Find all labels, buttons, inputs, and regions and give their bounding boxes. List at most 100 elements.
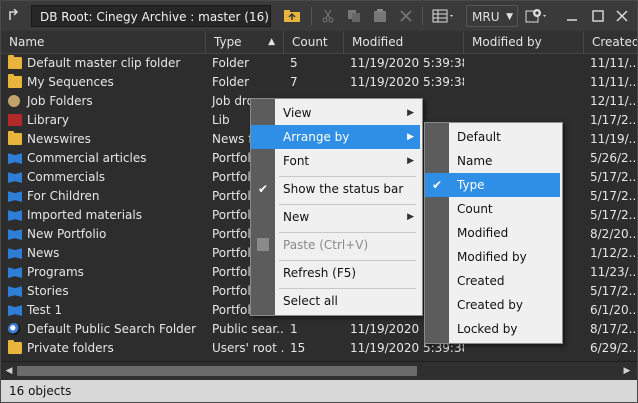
delete-icon[interactable]	[395, 4, 417, 28]
cell-name: News	[27, 246, 60, 260]
scroll-right-icon[interactable]: ▶	[621, 365, 633, 377]
scroll-left-icon[interactable]: ◀	[3, 365, 15, 377]
menu-item-label: Modified	[457, 226, 509, 240]
menu-item-label: View	[283, 106, 312, 120]
cell-name: Stories	[27, 284, 69, 298]
cell-modified-by	[464, 54, 584, 73]
menu-item-label: Default	[457, 130, 501, 144]
arrange-item-default[interactable]: Default	[425, 125, 560, 149]
menu-item-arrange-by[interactable]: Arrange by ▶	[251, 125, 420, 149]
mru-dropdown[interactable]: MRU ▼	[466, 5, 518, 27]
menu-item-show-status-bar[interactable]: ✔ Show the status bar	[251, 177, 420, 201]
menu-item-label: New	[283, 210, 310, 224]
cell-type: Users' root ...	[212, 341, 284, 355]
cell-type: Public sear...	[212, 322, 284, 336]
menu-item-label: Created by	[457, 298, 524, 312]
cell-name: For Children	[27, 189, 100, 203]
column-modified[interactable]: Modified	[344, 31, 464, 53]
cell-name: Programs	[27, 265, 84, 279]
cell-created: 8/17/2...	[590, 322, 637, 336]
menu-item-label: Modified by	[457, 250, 527, 264]
menu-item-font[interactable]: Font ▶	[251, 149, 420, 173]
cell-created: 5/17/2...	[590, 208, 637, 222]
menu-item-refresh[interactable]: Refresh (F5)	[251, 261, 420, 285]
scrollbar-thumb[interactable]	[17, 366, 417, 376]
table-row[interactable]: Default master clip folder Folder 5 11/19/2…	[1, 54, 637, 73]
column-name[interactable]: Name	[1, 31, 206, 53]
cell-count: 15	[290, 341, 306, 355]
arrange-item-locked-by[interactable]: Locked by	[425, 317, 560, 341]
minimize-icon[interactable]	[561, 4, 583, 28]
cell-created: 1/17/2...	[590, 113, 637, 127]
arrange-item-created-by[interactable]: Created by	[425, 293, 560, 317]
menu-item-label: Locked by	[457, 322, 518, 336]
arrange-item-modified-by[interactable]: Modified by	[425, 245, 560, 269]
menu-item-label: Arrange by	[283, 130, 350, 144]
cell-created: 8/2/20...	[590, 227, 637, 241]
arrange-by-submenu: Default Name ✔ Type Count Modified Modified by…	[424, 122, 563, 344]
status-bar: 16 objects	[1, 380, 637, 402]
column-count[interactable]: Count	[284, 31, 344, 53]
cell-count: 5	[290, 56, 298, 70]
paste-icon[interactable]	[369, 4, 391, 28]
cell-created: 6/1/20...	[590, 303, 637, 317]
column-type-label: Type	[214, 35, 242, 49]
arrange-item-type[interactable]: ✔ Type	[425, 173, 560, 197]
arrange-item-modified[interactable]: Modified	[425, 221, 560, 245]
cell-count: 7	[290, 75, 298, 89]
back-up-icon[interactable]	[5, 4, 27, 28]
arrange-item-count[interactable]: Count	[425, 197, 560, 221]
parent-folder-icon[interactable]	[281, 4, 303, 28]
cell-count: 1	[290, 322, 298, 336]
cell-type: Folder	[212, 75, 250, 89]
column-created[interactable]: Created	[584, 31, 637, 53]
cell-name: Default master clip folder	[27, 56, 181, 70]
checkmark-icon: ✔	[258, 182, 269, 196]
toolbar-separator	[422, 7, 423, 25]
cell-created: 11/11/...	[590, 56, 637, 70]
column-modified-by[interactable]: Modified by	[464, 31, 584, 53]
cell-name: New Portfolio	[27, 227, 107, 241]
table-row[interactable]: My Sequences Folder 7 11/19/2020 5:39:38...…	[1, 73, 637, 92]
view-mode-icon[interactable]	[429, 4, 459, 28]
menu-item-new[interactable]: New ▶	[251, 205, 420, 229]
cell-created: 1/12/2...	[590, 246, 637, 260]
cell-created: 11/23/...	[590, 265, 637, 279]
cell-name: Default Public Search Folder	[27, 322, 197, 336]
maximize-icon[interactable]	[587, 4, 609, 28]
column-type[interactable]: Type ▲	[206, 31, 284, 53]
menu-item-label: Refresh (F5)	[283, 266, 357, 280]
path-box: DB Root: Cinegy Archive : master (16)	[31, 5, 271, 27]
cell-modified-by	[464, 73, 584, 92]
menu-item-label: Show the status bar	[283, 182, 404, 196]
copy-icon[interactable]	[343, 4, 365, 28]
cell-name: Commercial articles	[27, 151, 147, 165]
cut-icon[interactable]	[317, 4, 339, 28]
menu-item-label: Name	[457, 154, 493, 168]
menu-item-view[interactable]: View ▶	[251, 101, 420, 125]
submenu-arrow-icon: ▶	[407, 156, 414, 166]
paste-icon	[257, 238, 269, 251]
horizontal-scrollbar[interactable]: ◀ ▶	[1, 361, 637, 380]
menu-item-select-all[interactable]: Select all	[251, 289, 420, 313]
menu-item-label: Font	[283, 154, 310, 168]
mru-label: MRU	[472, 10, 500, 24]
cell-created: 12/11/...	[590, 94, 637, 108]
cell-created: 11/11/...	[590, 75, 637, 89]
close-icon[interactable]	[611, 4, 633, 28]
settings-icon[interactable]	[523, 4, 551, 28]
cell-created: 6/29/2...	[590, 341, 637, 355]
submenu-arrow-icon: ▶	[407, 132, 414, 142]
menu-item-paste[interactable]: Paste (Ctrl+V)	[251, 233, 420, 257]
checkmark-icon: ✔	[432, 178, 443, 192]
menu-item-label: Paste (Ctrl+V)	[283, 238, 369, 252]
arrange-item-created[interactable]: Created	[425, 269, 560, 293]
arrange-item-name[interactable]: Name	[425, 149, 560, 173]
cell-type: Folder	[212, 56, 250, 70]
menu-item-label: Created	[457, 274, 505, 288]
chevron-down-icon: ▼	[506, 12, 513, 22]
cell-name: Job Folders	[27, 94, 93, 108]
cell-name: Test 1	[27, 303, 63, 317]
cell-modified: 11/19/2020 5:39:38...	[350, 56, 464, 70]
cell-name: Library	[27, 113, 69, 127]
